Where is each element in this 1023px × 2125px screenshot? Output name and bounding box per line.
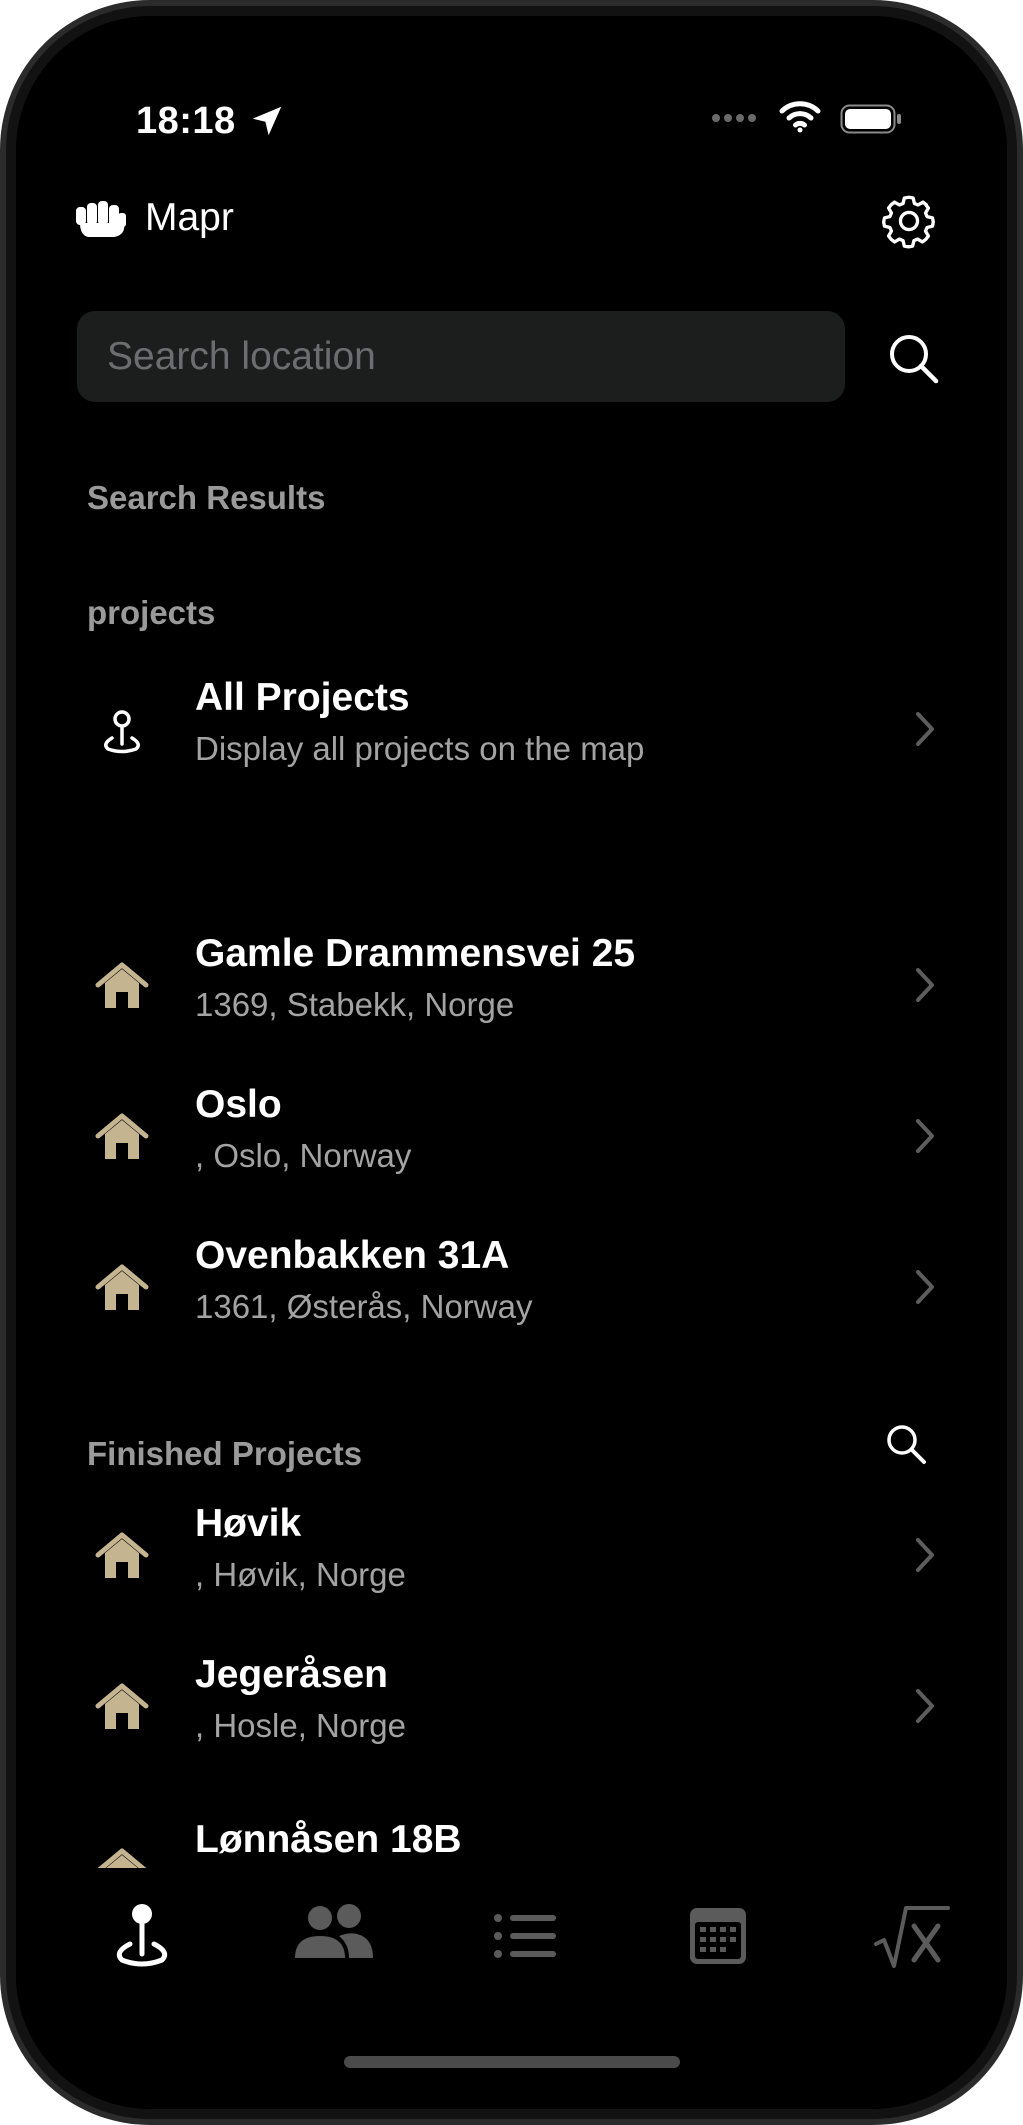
house-icon [95,962,149,1008]
app-name: Mapr [145,196,234,239]
all-projects-row[interactable]: All Projects Display all projects on the… [72,668,952,798]
home-indicator [344,2056,680,2068]
row-title: Gamle Drammensvei 25 [195,932,636,975]
fist-logo-icon [76,201,126,237]
section-title-search-results: Search Results [87,479,326,516]
chevron-right-icon [916,1270,934,1304]
finished-project-row[interactable]: Jegeråsen , Hosle, Norge [72,1645,952,1775]
row-subtitle: , Hosle, Norge [195,1707,406,1744]
map-pin-icon [104,710,140,754]
tab-square-root-icon[interactable] [860,1896,960,1976]
tab-map-pin-icon[interactable] [92,1896,192,1976]
chevron-right-icon [916,1119,934,1153]
house-icon [95,1264,149,1310]
house-icon [95,1532,149,1578]
location-arrow-icon [252,106,282,136]
chevron-right-icon [916,968,934,1002]
finished-search-icon[interactable] [882,1420,930,1468]
tab-bar [16,1876,1007,2026]
row-title: Lønnåsen 18B [195,1818,462,1861]
row-subtitle: 1369, Stabekk, Norge [195,986,515,1023]
wifi-icon [779,101,821,133]
battery-icon [840,104,901,134]
search-location-input[interactable] [105,333,817,380]
row-title: Jegeråsen [195,1653,388,1696]
row-title: Oslo [195,1083,282,1126]
project-row[interactable]: Oslo , Oslo, Norway [72,1075,952,1205]
row-title: Ovenbakken 31A [195,1234,510,1277]
finished-project-row[interactable]: Lønnåsen 18B [72,1808,952,1868]
tab-list-icon[interactable] [476,1896,576,1976]
section-title-finished-projects: Finished Projects [87,1435,363,1472]
search-field[interactable] [77,311,845,402]
project-row[interactable]: Ovenbakken 31A 1361, Østerås, Norway [72,1226,952,1356]
status-time: 18:18 [136,100,236,142]
row-subtitle: , Oslo, Norway [195,1137,412,1174]
search-icon[interactable] [884,329,944,389]
finished-project-row[interactable]: Høvik , Høvik, Norge [72,1494,952,1624]
section-title-projects: projects [87,594,216,631]
chevron-right-icon [916,1689,934,1723]
house-icon [97,1848,147,1868]
settings-gear-icon[interactable] [878,190,940,252]
house-icon [95,1113,149,1159]
row-subtitle: Display all projects on the map [195,730,645,767]
cellular-signal-icon [712,114,756,122]
tab-people-icon[interactable] [283,1896,383,1976]
house-icon [95,1683,149,1729]
row-subtitle: 1361, Østerås, Norway [195,1288,533,1325]
project-row[interactable]: Gamle Drammensvei 25 1369, Stabekk, Norg… [72,924,952,1054]
chevron-right-icon [916,712,934,746]
phone-frame: 18:18 Mapr Search location Search Result… [0,0,1023,2125]
tab-calendar-icon[interactable] [668,1896,768,1976]
row-title: All Projects [195,676,410,719]
screen: 18:18 Mapr Search location Search Result… [16,16,1007,2109]
row-subtitle: , Høvik, Norge [195,1556,406,1593]
chevron-right-icon [916,1538,934,1572]
row-title: Høvik [195,1502,302,1545]
